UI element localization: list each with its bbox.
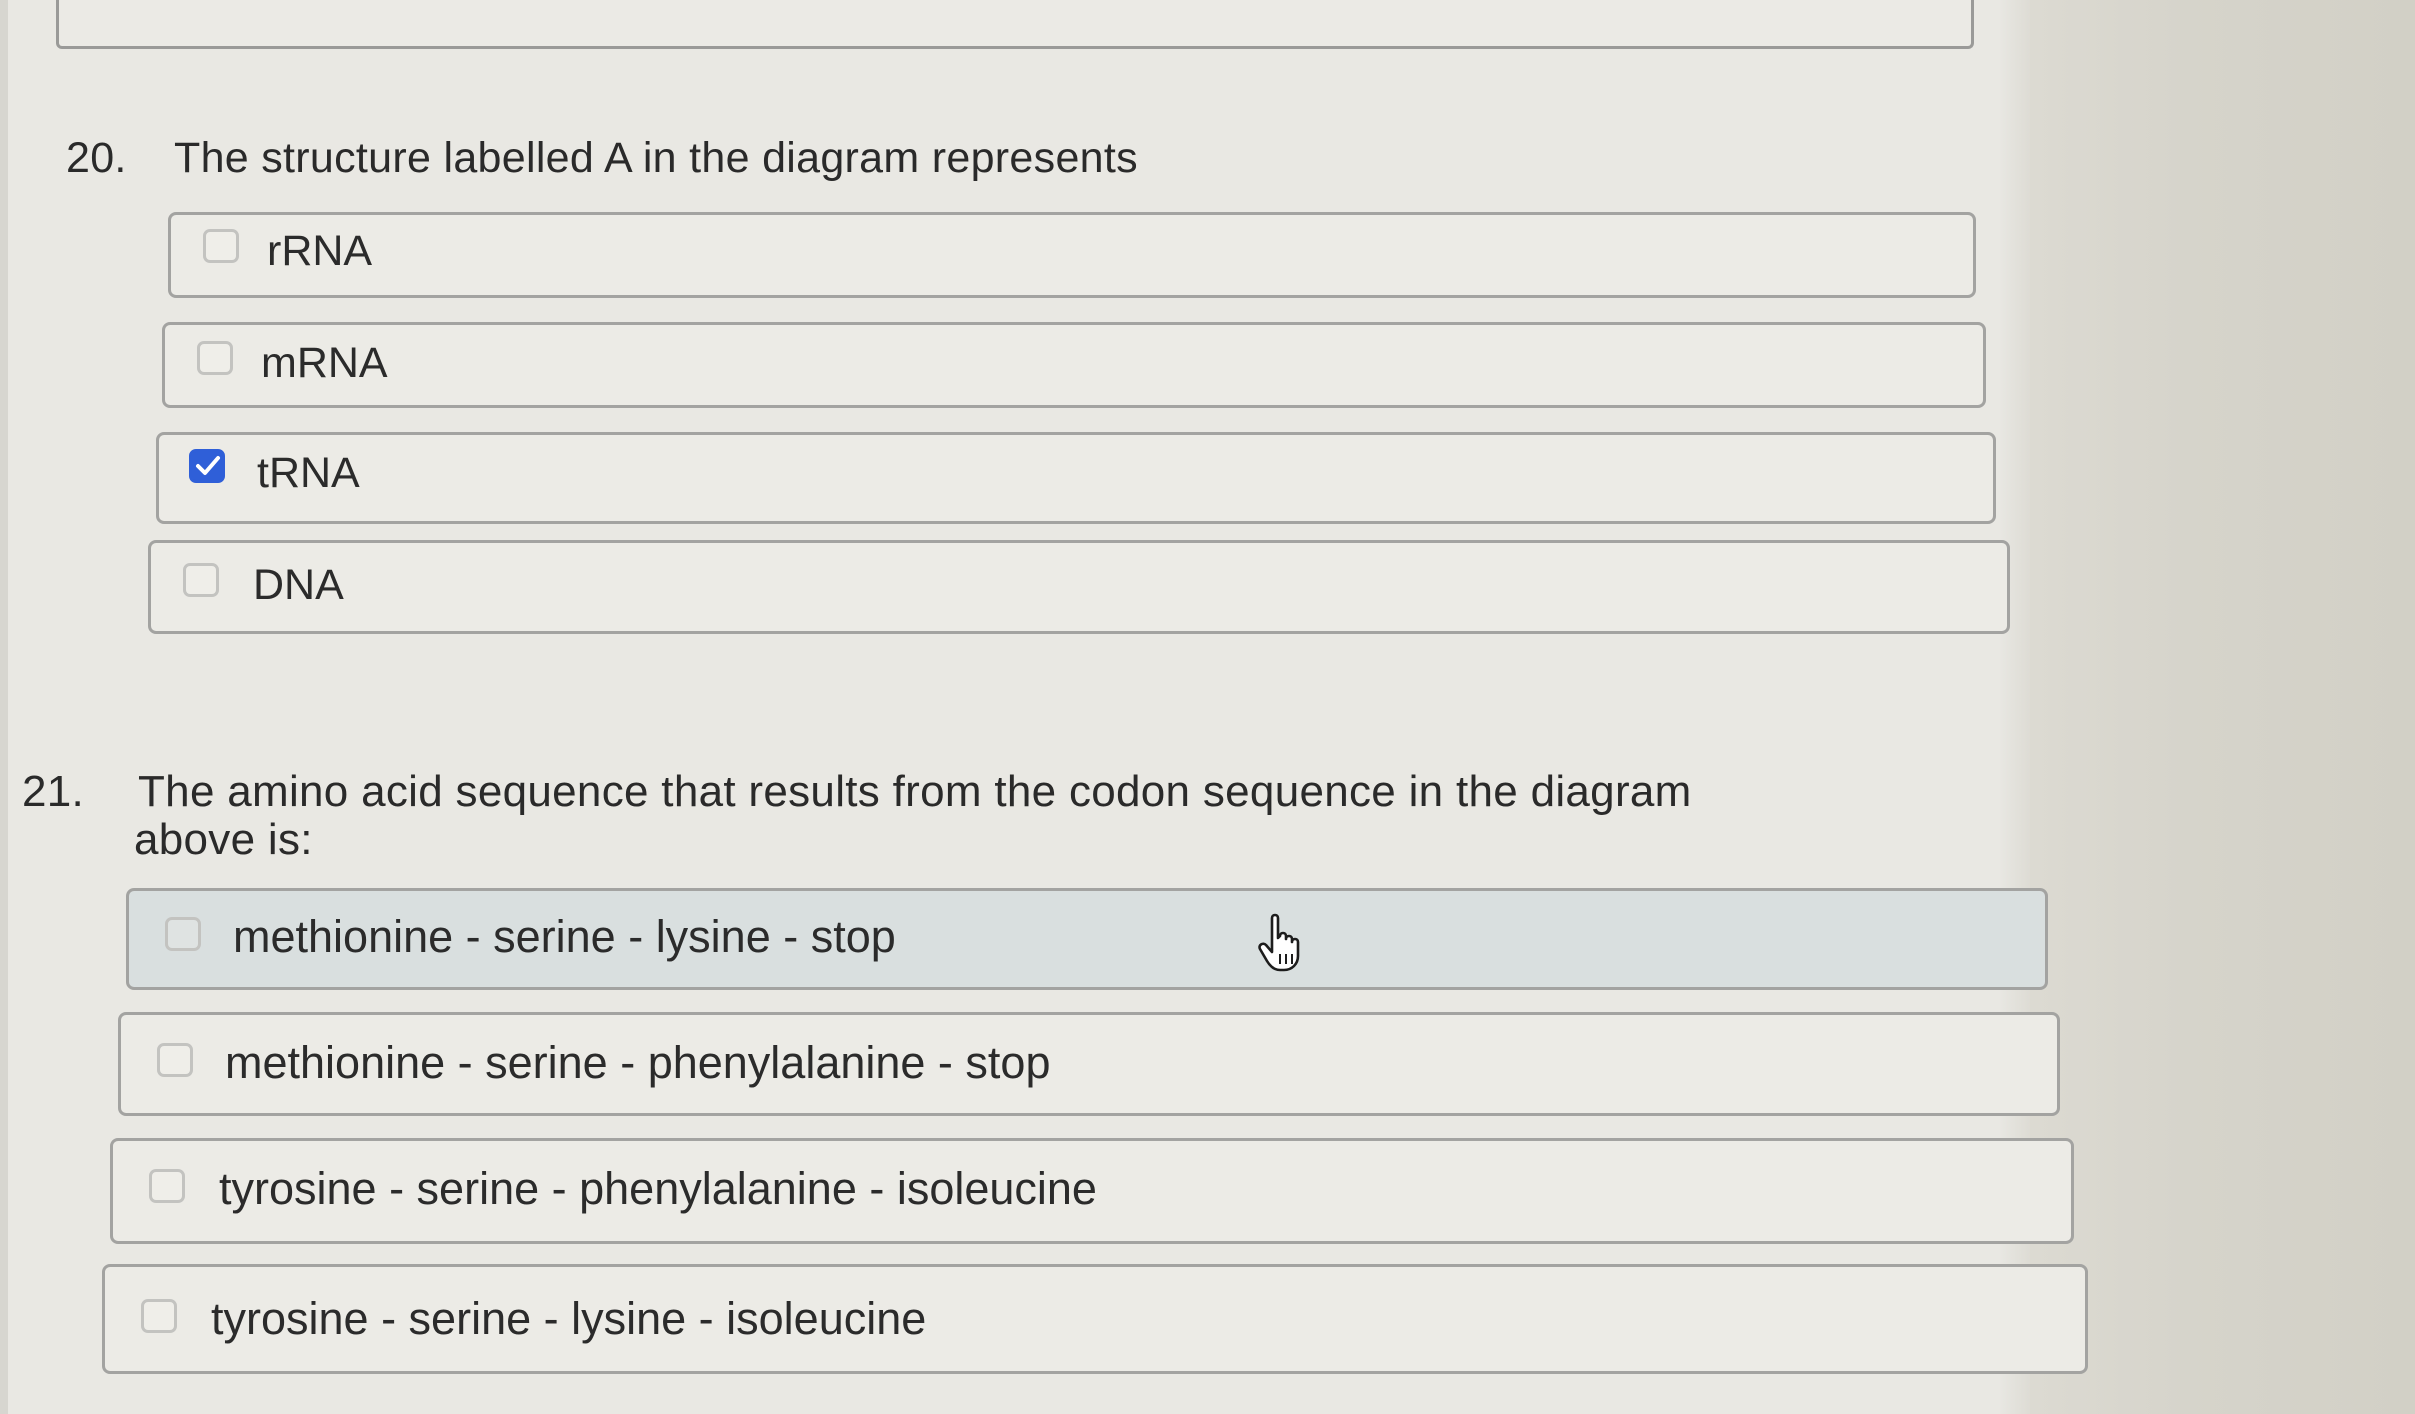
option-label: methionine - serine - lysine - stop bbox=[233, 911, 896, 962]
question-text-line2: above is: bbox=[134, 815, 313, 864]
option-label: methionine - serine - phenylalanine - st… bbox=[225, 1037, 1051, 1088]
option-tyrosine-serine-phenylalanine-isoleucine[interactable]: tyrosine - serine - phenylalanine - isol… bbox=[110, 1138, 2074, 1244]
question-21: 21. The amino acid sequence that results… bbox=[22, 768, 2002, 878]
checkbox[interactable] bbox=[141, 1299, 177, 1333]
checkbox-checked[interactable] bbox=[189, 449, 225, 483]
option-label: tRNA bbox=[257, 449, 360, 497]
checkbox[interactable] bbox=[197, 341, 233, 375]
question-number: 20. bbox=[66, 134, 127, 182]
background-wall bbox=[2030, 0, 2415, 1414]
question-text: The structure labelled A in the diagram … bbox=[174, 134, 1138, 182]
option-tyrosine-serine-lysine-isoleucine[interactable]: tyrosine - serine - lysine - isoleucine bbox=[102, 1264, 2088, 1374]
checkbox[interactable] bbox=[183, 563, 219, 597]
option-methionine-serine-lysine-stop[interactable]: methionine - serine - lysine - stop bbox=[126, 888, 2048, 990]
checkmark-icon bbox=[196, 456, 220, 475]
question-20: 20. The structure labelled A in the diag… bbox=[66, 134, 1966, 194]
option-trna[interactable]: tRNA bbox=[156, 432, 1996, 524]
checkbox[interactable] bbox=[165, 917, 201, 951]
checkbox[interactable] bbox=[203, 229, 239, 263]
hand-pointer-cursor-icon bbox=[1258, 913, 1300, 972]
option-label: rRNA bbox=[267, 227, 373, 275]
option-dna[interactable]: DNA bbox=[148, 540, 2010, 634]
option-mrna[interactable]: mRNA bbox=[162, 322, 1986, 408]
option-label: mRNA bbox=[261, 339, 388, 387]
option-methionine-serine-phenylalanine-stop[interactable]: methionine - serine - phenylalanine - st… bbox=[118, 1012, 2060, 1116]
question-text-line1: The amino acid sequence that results fro… bbox=[138, 767, 1692, 816]
checkbox[interactable] bbox=[149, 1169, 185, 1203]
previous-question-box bbox=[56, 0, 1974, 49]
question-number: 21. bbox=[22, 767, 85, 816]
checkbox[interactable] bbox=[157, 1043, 193, 1077]
option-rrna[interactable]: rRNA bbox=[168, 212, 1976, 298]
screen-left-edge bbox=[0, 0, 8, 1414]
option-label: DNA bbox=[253, 561, 344, 609]
option-label: tyrosine - serine - lysine - isoleucine bbox=[211, 1293, 927, 1344]
option-label: tyrosine - serine - phenylalanine - isol… bbox=[219, 1163, 1097, 1214]
